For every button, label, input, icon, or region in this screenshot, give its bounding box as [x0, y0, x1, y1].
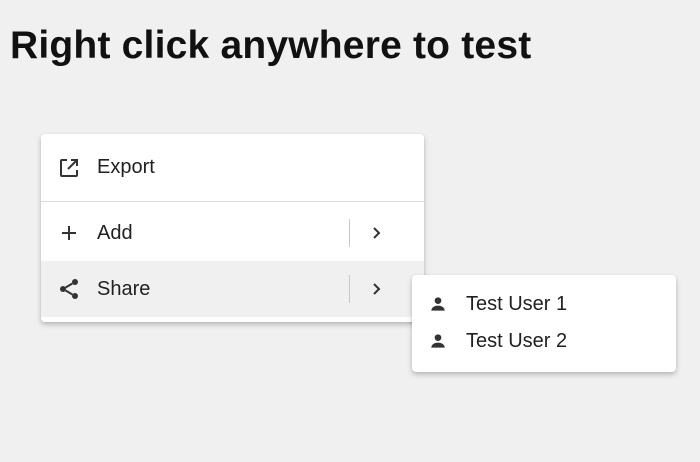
menu-item-export[interactable]: Export [41, 134, 424, 201]
page-title: Right click anywhere to test [10, 24, 532, 67]
submenu-item-test-user-1[interactable]: Test User 1 [412, 286, 676, 322]
submenu-item-label: Test User 2 [466, 329, 568, 352]
submenu-item-test-user-2[interactable]: Test User 2 [412, 323, 676, 359]
menu-item-add[interactable]: Add [41, 211, 424, 255]
submenu-separator [349, 275, 350, 303]
context-menu: Export Add Share [41, 134, 424, 322]
menu-divider [41, 201, 424, 202]
plus-icon [57, 221, 81, 245]
open-in-new-icon [57, 156, 81, 180]
person-icon [426, 292, 450, 316]
menu-item-label: Share [97, 277, 151, 300]
menu-item-label: Add [97, 221, 133, 244]
person-icon [426, 329, 450, 353]
share-submenu: Test User 1 Test User 2 [412, 275, 676, 372]
submenu-separator [349, 219, 350, 247]
menu-item-label: Export [97, 156, 155, 178]
chevron-right-icon [369, 279, 385, 299]
share-icon [57, 277, 81, 301]
chevron-right-icon [369, 223, 385, 243]
menu-item-share[interactable]: Share [41, 261, 424, 317]
submenu-item-label: Test User 1 [466, 292, 568, 315]
